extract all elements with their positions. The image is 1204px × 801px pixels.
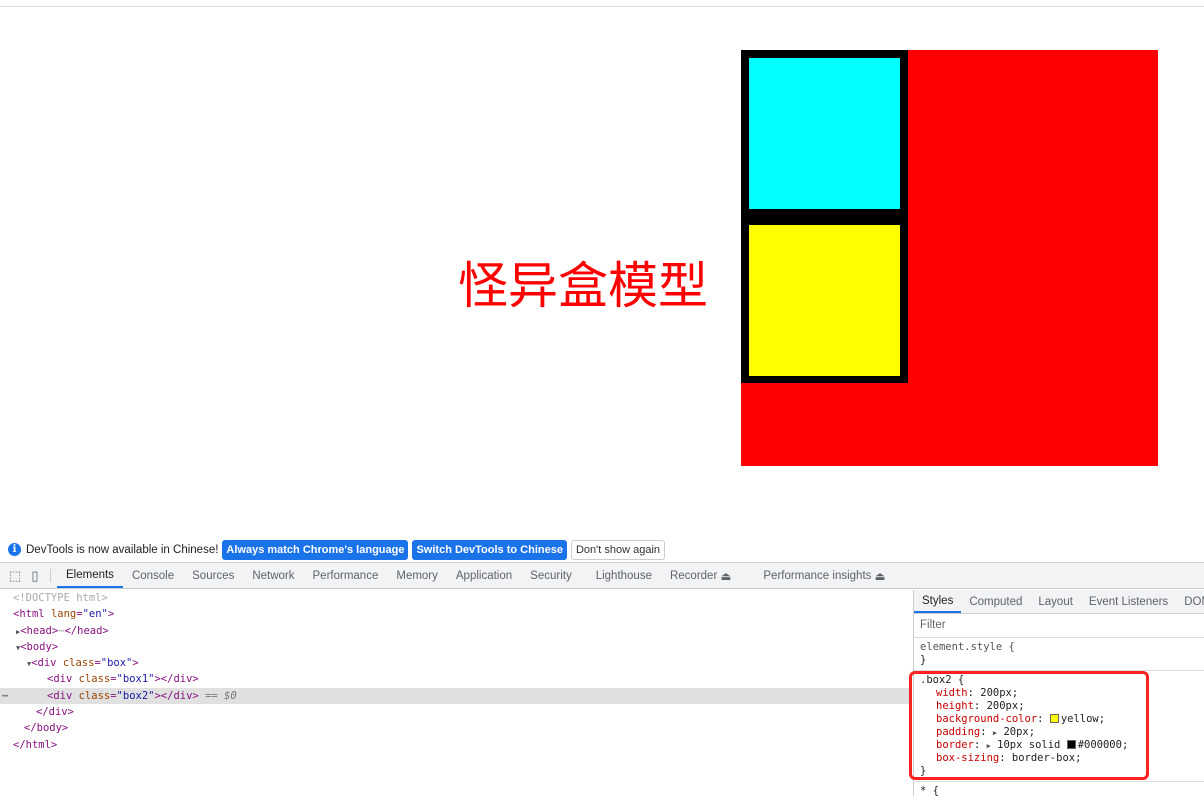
element-style-rule: element.style { }: [914, 638, 1204, 671]
tab-recorder[interactable]: Recorder ⏏: [661, 563, 740, 588]
annotation-highlight-box: [909, 671, 1149, 780]
tab-memory[interactable]: Memory: [387, 563, 447, 588]
tab-dom-breakpoints[interactable]: DOM: [1176, 590, 1204, 613]
rule-close: }: [920, 654, 927, 666]
page-top-border: [0, 6, 1204, 7]
attr-value: "box": [100, 657, 133, 670]
tag: <html: [13, 608, 45, 621]
always-match-language-button[interactable]: Always match Chrome's language: [222, 539, 409, 560]
collapse-triangle-icon[interactable]: ▼: [27, 660, 31, 668]
box2: [749, 225, 900, 376]
tab-network[interactable]: Network: [243, 563, 303, 588]
tab-performance-insights-label: Performance insights: [763, 569, 872, 582]
attr-name: class: [62, 657, 95, 670]
tab-application[interactable]: Application: [447, 563, 521, 588]
language-infobar: i DevTools is now available in Chinese! …: [0, 537, 1204, 563]
experiment-flask-icon: ⏏: [720, 570, 732, 583]
tab-event-listeners[interactable]: Event Listeners: [1081, 590, 1176, 613]
tab-recorder-label: Recorder: [669, 569, 718, 582]
page-heading: 怪异盒模型: [458, 257, 708, 315]
tab-security[interactable]: Security: [521, 563, 581, 588]
rule-selector[interactable]: * {: [920, 785, 1198, 798]
tag: <body>: [20, 640, 59, 653]
dom-doctype[interactable]: <!DOCTYPE html>: [0, 590, 910, 606]
attr-name: class: [78, 689, 111, 702]
tag: </head>: [64, 624, 109, 637]
switch-to-chinese-button[interactable]: Switch DevTools to Chinese: [412, 539, 567, 560]
tab-layout[interactable]: Layout: [1030, 590, 1081, 613]
box1: [749, 58, 900, 209]
attr-value: "box2": [116, 689, 155, 702]
tab-performance[interactable]: Performance: [304, 563, 388, 588]
infobar-message: DevTools is now available in Chinese!: [26, 543, 219, 556]
inspect-element-icon[interactable]: ⬚: [6, 563, 24, 588]
universal-rule: * {: [914, 782, 1204, 801]
dom-html-close[interactable]: </html>: [0, 737, 910, 753]
sidebar-tabs: Styles Computed Layout Event Listeners D…: [914, 590, 1204, 614]
devtools-toolbar: ⬚ ▯ Elements Console Sources Network Per…: [0, 563, 1204, 589]
attr-name: lang: [50, 608, 77, 621]
attr-value: "en": [82, 608, 108, 621]
tab-lighthouse[interactable]: Lighthouse: [587, 563, 661, 588]
tab-styles[interactable]: Styles: [914, 590, 962, 613]
dom-div-box[interactable]: ▼<div class="box">: [0, 655, 910, 671]
dom-body-close[interactable]: </body>: [0, 720, 910, 736]
tab-computed[interactable]: Computed: [961, 590, 1030, 613]
dom-div-close[interactable]: </div>: [0, 704, 910, 720]
dom-head[interactable]: ▶<head>⋯</head>: [0, 623, 910, 639]
selected-marker: == $0: [205, 689, 237, 702]
tab-sources[interactable]: Sources: [183, 563, 243, 588]
toolbar-divider: [50, 569, 51, 582]
attr-value: "box1": [116, 673, 155, 686]
info-icon: i: [8, 543, 21, 556]
tag: <head>: [20, 624, 59, 637]
element-style-selector[interactable]: element.style {: [920, 641, 1198, 654]
more-options-icon[interactable]: ⋯: [2, 688, 8, 704]
tab-elements[interactable]: Elements: [57, 563, 123, 588]
dom-div-box1[interactable]: <div class="box1"></div>: [0, 671, 910, 687]
experiment-flask-icon: ⏏: [874, 570, 886, 583]
device-toolbar-icon[interactable]: ▯: [26, 563, 44, 588]
attr-name: class: [78, 673, 111, 686]
dom-body[interactable]: ▼<body>: [0, 639, 910, 655]
dom-div-box2[interactable]: ⋯ <div class="box2"></div> == $0: [0, 687, 910, 705]
dont-show-again-button[interactable]: Don't show again: [570, 539, 666, 560]
dom-html[interactable]: <html lang="en">: [0, 606, 910, 622]
tab-console[interactable]: Console: [123, 563, 183, 588]
styles-filter-input[interactable]: Filter: [914, 614, 1204, 638]
dom-tree: <!DOCTYPE html> <html lang="en"> ▶<head>…: [0, 590, 910, 796]
tab-performance-insights[interactable]: Performance insights ⏏: [754, 563, 894, 588]
